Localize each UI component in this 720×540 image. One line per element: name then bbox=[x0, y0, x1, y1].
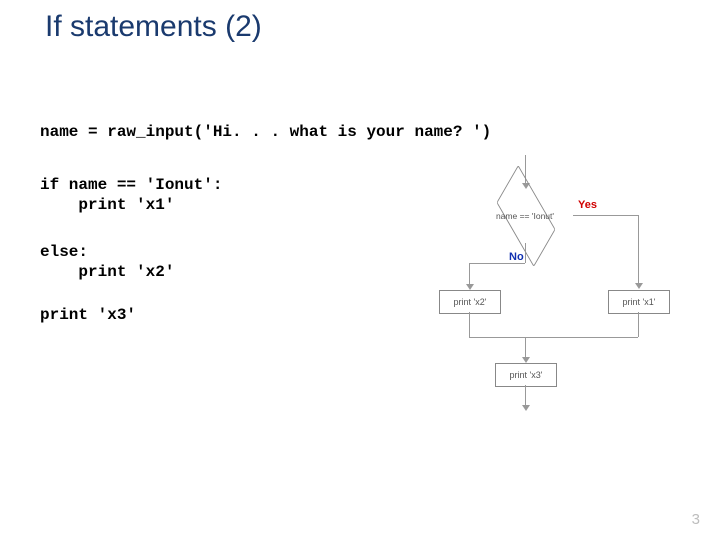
flowchart: name == 'Ionut' Yes No print 'x2' print … bbox=[425, 155, 705, 425]
flow-decision-text: name == 'Ionut' bbox=[485, 211, 565, 221]
slide-title: If statements (2) bbox=[45, 10, 262, 44]
flow-box-x3: print 'x3' bbox=[495, 363, 557, 387]
flow-box-x2: print 'x2' bbox=[439, 290, 501, 314]
flow-no-label: No bbox=[509, 251, 524, 263]
page-number: 3 bbox=[692, 511, 700, 528]
flow-box-x1: print 'x1' bbox=[608, 290, 670, 314]
code-line-rawinput: name = raw_input('Hi. . . what is your n… bbox=[40, 122, 491, 142]
flow-yes-label: Yes bbox=[578, 199, 597, 211]
code-block-else: else: print 'x2' bbox=[40, 242, 174, 282]
code-block-if: if name == 'Ionut': print 'x1' bbox=[40, 175, 222, 215]
code-line-print: print 'x3' bbox=[40, 305, 136, 325]
